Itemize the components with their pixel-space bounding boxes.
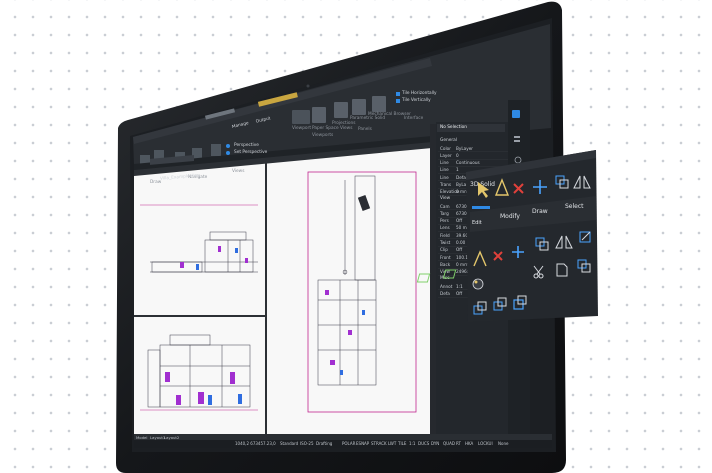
mirror-icon[interactable]: [573, 175, 591, 189]
scale-icon[interactable]: [579, 231, 591, 243]
status-dyn[interactable]: DYN: [431, 441, 439, 446]
coordinates-readout: 1040,2 673457.23,0: [235, 441, 276, 446]
status-rt[interactable]: RT: [456, 441, 461, 446]
scissors-icon[interactable]: [533, 265, 544, 279]
layout2-tab[interactable]: Layout2: [164, 435, 179, 440]
status-quad[interactable]: QUAD: [443, 441, 455, 446]
status-standard[interactable]: Standard: [280, 441, 298, 446]
move-icon[interactable]: [533, 180, 547, 194]
status-tile[interactable]: TILE: [398, 441, 406, 446]
status-lwt[interactable]: LWT: [388, 441, 396, 446]
subtract-icon[interactable]: [493, 297, 507, 311]
selection-arrow-icon[interactable]: [478, 182, 489, 198]
polyline-angle-icon[interactable]: [494, 178, 510, 196]
mirror-icon[interactable]: [555, 235, 573, 249]
doc-page-icon[interactable]: [556, 263, 568, 277]
delete-icon[interactable]: [493, 251, 503, 261]
copy-icon[interactable]: [535, 237, 549, 251]
polyline-angle-icon[interactable]: [473, 250, 487, 267]
status-drafting[interactable]: Drafting: [316, 441, 332, 446]
popup-icon-grid[interactable]: [0, 0, 712, 473]
status-hka[interactable]: HKA: [465, 441, 473, 446]
grid-box-icon[interactable]: [416, 273, 431, 283]
status-iso[interactable]: ISO-25: [300, 441, 314, 446]
status-none[interactable]: None: [498, 441, 508, 446]
union-icon[interactable]: [473, 301, 487, 315]
model-tab[interactable]: Model: [136, 435, 147, 440]
delete-icon[interactable]: [513, 183, 524, 194]
grid-box-icon[interactable]: [442, 269, 457, 279]
move-icon[interactable]: [512, 246, 524, 258]
intersect-icon[interactable]: [513, 295, 527, 310]
status-strack[interactable]: STRACK: [371, 441, 387, 446]
sphere-icon[interactable]: [472, 278, 484, 290]
copy-icon[interactable]: [555, 175, 569, 189]
status-esnap[interactable]: ESNAP: [356, 441, 369, 446]
explode-icon[interactable]: [577, 259, 591, 273]
status-scale[interactable]: 1:1: [409, 441, 415, 446]
status-ducs[interactable]: DUCS: [418, 441, 429, 446]
status-polar[interactable]: POLAR: [342, 441, 355, 446]
status-lockui[interactable]: LOCKUI: [478, 441, 493, 446]
